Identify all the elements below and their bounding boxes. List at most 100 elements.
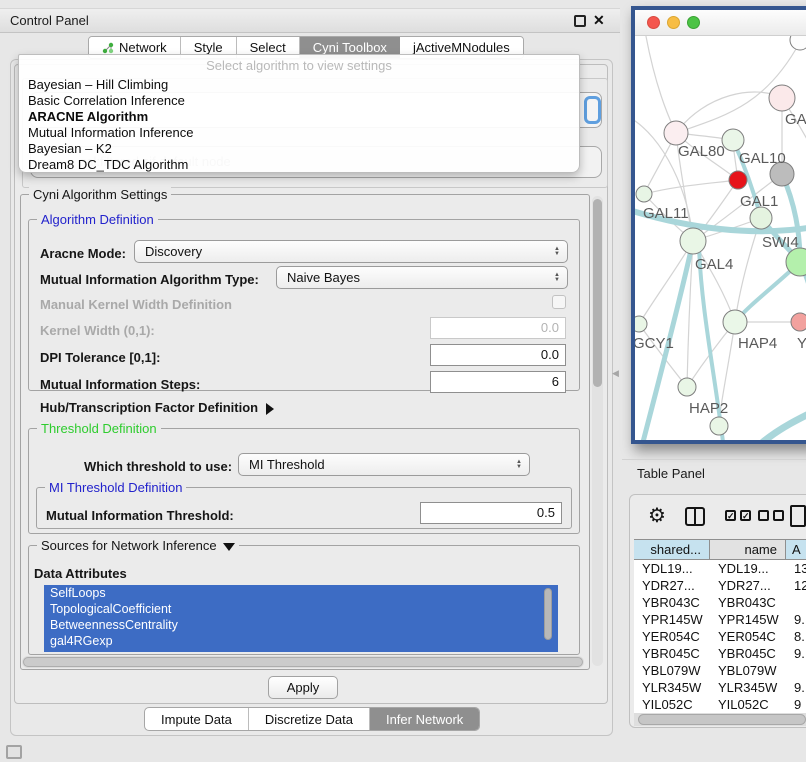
node-swi4[interactable] <box>750 207 772 229</box>
combo-arrows-icon: ▲▼ <box>554 247 560 257</box>
network-view-window[interactable]: GAL80 GAL10 GAL GAL1 GAL11 SWI4 GAL4 GCY… <box>631 6 806 444</box>
table-row[interactable]: YER054C YER054C 8. <box>634 628 806 645</box>
data-attributes-list[interactable]: SelfLoops TopologicalCoefficient Between… <box>44 585 558 652</box>
column-header-partial[interactable]: A <box>786 540 806 559</box>
algorithm-option[interactable]: Bayesian – K2 <box>19 141 579 157</box>
mi-steps-label: Mutual Information Steps: <box>40 377 200 392</box>
float-window-icon[interactable] <box>574 15 586 27</box>
cell: 9. <box>786 679 806 696</box>
algorithm-prompt: Select algorithm to view settings <box>19 55 579 77</box>
minimize-traffic-light[interactable] <box>667 16 680 29</box>
node-red[interactable] <box>729 171 747 189</box>
table-row[interactable]: YDL19... YDL19... 13 <box>634 560 806 577</box>
algorithm-option[interactable]: Bayesian – Hill Climbing <box>19 77 579 93</box>
node-label: HAP4 <box>738 335 777 352</box>
tab-select-label: Select <box>250 40 286 55</box>
table-row[interactable]: YPR145W YPR145W 9. <box>634 611 806 628</box>
node-gal-pink[interactable] <box>769 85 795 111</box>
tab-impute-data[interactable]: Impute Data <box>145 708 249 730</box>
table-row[interactable]: YIL052C YIL052C 9 <box>634 696 806 713</box>
node-hap2[interactable] <box>678 378 696 396</box>
table-panel-title: Table Panel <box>637 466 705 481</box>
cell: 9. <box>786 645 806 662</box>
mi-type-combobox[interactable]: Naive Bayes ▲▼ <box>276 266 568 289</box>
node-gal10[interactable] <box>722 129 744 151</box>
algorithm-dropdown-popup: Select algorithm to view settings Bayesi… <box>18 54 580 173</box>
table-scrollbar-thumb[interactable] <box>638 714 806 725</box>
node-label: GAL80 <box>678 143 725 160</box>
table-row[interactable]: YDR27... YDR27... 12 <box>634 577 806 594</box>
cell: YBR043C <box>710 594 786 611</box>
close-traffic-light[interactable] <box>647 16 660 29</box>
algorithm-option[interactable]: Mutual Information Inference <box>19 125 579 141</box>
expand-arrow-icon <box>266 403 274 415</box>
settings-scrollbar-thumb[interactable] <box>593 199 602 387</box>
list-item[interactable]: gal4RGexp <box>44 633 558 649</box>
cell: YER054C <box>634 628 710 645</box>
dpi-tolerance-field[interactable]: 0.0 <box>430 344 566 366</box>
minimized-panel-icon[interactable] <box>6 745 22 759</box>
deselect-all-icon[interactable] <box>758 510 784 521</box>
select-all-icon[interactable]: ✓✓ <box>725 510 751 521</box>
list-scrollbar-thumb[interactable] <box>544 588 552 640</box>
columns-icon[interactable] <box>685 507 705 526</box>
sources-group-title[interactable]: Sources for Network Inference <box>37 538 239 553</box>
node-gal4[interactable] <box>680 228 706 254</box>
mi-threshold-field[interactable]: 0.5 <box>420 502 562 524</box>
settings-horizontal-scrollbar[interactable] <box>22 656 584 668</box>
panel-divider-handle[interactable]: ◀ <box>612 368 619 379</box>
list-item[interactable]: SelfLoops <box>44 585 558 601</box>
mi-steps-field[interactable]: 6 <box>430 371 566 393</box>
node-gcy1[interactable] <box>635 316 647 332</box>
column-header-shared-name[interactable]: shared... <box>634 540 710 559</box>
cyni-algorithm-settings-title: Cyni Algorithm Settings <box>29 187 171 202</box>
node-pink-right[interactable] <box>791 313 806 331</box>
hub-definition-toggle[interactable]: Hub/Transcription Factor Definition <box>40 400 274 415</box>
network-canvas[interactable]: GAL80 GAL10 GAL GAL1 GAL11 SWI4 GAL4 GCY… <box>635 36 806 440</box>
cell: YBR045C <box>710 645 786 662</box>
network-icon <box>102 42 114 54</box>
gear-icon[interactable]: ⚙ <box>648 503 666 528</box>
table-row[interactable]: YBL079W YBL079W <box>634 662 806 679</box>
node-partial-bottom[interactable] <box>710 417 728 435</box>
node-label: Y <box>797 335 806 352</box>
manual-kernel-checkbox[interactable] <box>552 295 566 309</box>
zoom-traffic-light[interactable] <box>687 16 700 29</box>
mi-threshold-group-title: MI Threshold Definition <box>45 480 186 495</box>
cell: YER054C <box>710 628 786 645</box>
algorithm-option-selected[interactable]: ARACNE Algorithm <box>19 109 579 125</box>
list-item[interactable]: BetweennessCentrality <box>44 617 558 633</box>
apply-button[interactable]: Apply <box>268 676 338 699</box>
cell: YBL079W <box>710 662 786 679</box>
settings-scrollbar[interactable] <box>592 196 603 666</box>
node-hap4[interactable] <box>723 310 747 334</box>
manual-kernel-label: Manual Kernel Width Definition <box>40 297 232 312</box>
table-horizontal-scrollbar[interactable] <box>634 713 806 726</box>
tab-infer-network[interactable]: Infer Network <box>370 708 479 730</box>
threshold-definition-title: Threshold Definition <box>37 421 161 436</box>
table-row[interactable]: YLR345W YLR345W 9. <box>634 679 806 696</box>
kernel-width-label: Kernel Width (0,1): <box>40 323 155 338</box>
cell: 13 <box>786 560 806 577</box>
tab-discretize-data[interactable]: Discretize Data <box>249 708 370 730</box>
column-header-name[interactable]: name <box>710 540 786 559</box>
cell: YPR145W <box>634 611 710 628</box>
which-threshold-combobox[interactable]: MI Threshold ▲▼ <box>238 453 530 476</box>
algorithm-option[interactable]: Basic Correlation Inference <box>19 93 579 109</box>
table-row[interactable]: YBR043C YBR043C <box>634 594 806 611</box>
horizontal-scrollbar-thumb[interactable] <box>23 657 583 667</box>
node-partial-top[interactable] <box>790 36 806 50</box>
table-body[interactable]: YDL19... YDL19... 13 YDR27... YDR27... 1… <box>634 560 806 713</box>
list-item[interactable]: TopologicalCoefficient <box>44 601 558 617</box>
node-gal11[interactable] <box>636 186 652 202</box>
close-icon[interactable]: ✕ <box>593 12 605 29</box>
node-gal80[interactable] <box>664 121 688 145</box>
aracne-mode-combobox[interactable]: Discovery ▲▼ <box>134 240 568 263</box>
aracne-mode-label: Aracne Mode: <box>40 246 126 261</box>
kernel-width-field[interactable]: 0.0 <box>430 317 566 339</box>
cell: YBR045C <box>634 645 710 662</box>
table-row[interactable]: YBR045C YBR045C 9. <box>634 645 806 662</box>
algorithm-option[interactable]: Dream8 DC_TDC Algorithm <box>19 157 579 173</box>
export-table-icon[interactable] <box>790 505 806 527</box>
dpi-tolerance-label: DPI Tolerance [0,1]: <box>40 350 160 365</box>
